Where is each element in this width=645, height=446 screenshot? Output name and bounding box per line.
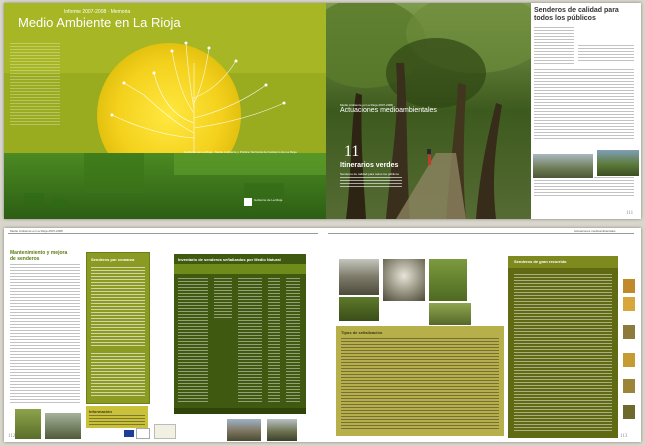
thumb-4	[622, 352, 636, 368]
photo-sign	[428, 258, 468, 302]
gr-box-header: Senderos de gran recorrido	[508, 256, 618, 268]
spread-top: Informe 2007-2008 · Memoria Medio Ambien…	[4, 3, 641, 219]
table-footer-bar	[174, 408, 306, 414]
info-box: Información	[86, 406, 148, 428]
photo-cave	[382, 258, 426, 302]
chapter-title: Itinerarios verdes	[340, 162, 399, 169]
right-page-113: Actuaciones medioambientales Tipos de se…	[324, 228, 641, 442]
left-header-rule	[8, 233, 318, 234]
section-title: Actuaciones medioambientales	[340, 107, 437, 114]
left-heading: Mantenimiento y mejora de senderos	[10, 250, 68, 262]
left-photo-bottom	[14, 408, 42, 440]
comarca-box-title: Senderos por comarca	[91, 257, 135, 262]
inventory-table: Inventario de senderos señalizados por M…	[174, 254, 306, 408]
info-box-title: Información	[89, 409, 112, 414]
cover-title: Medio Ambiente en La Rioja	[18, 15, 181, 30]
table-col-1	[178, 278, 208, 402]
left-photo-mountain	[226, 418, 262, 442]
table-col-4	[268, 278, 280, 402]
left-photo-mountain-2	[266, 418, 298, 442]
cover-logo: Gobierno de La Rioja	[244, 198, 282, 208]
gr-box: Senderos de gran recorrido	[508, 256, 618, 438]
forest-page: Medio Ambiente en La Rioja 2007-2008 Act…	[326, 3, 641, 219]
logo-text: Gobierno de La Rioja	[254, 198, 283, 202]
photo-footbridge	[338, 296, 380, 322]
chapter-intro-text	[340, 177, 402, 189]
left-body-text	[10, 264, 80, 404]
left-header-text: Medio Ambiente en La Rioja 2007-2008	[10, 229, 63, 233]
comarca-list	[91, 267, 145, 347]
signage-box-title: Tipos de señalización	[341, 330, 383, 335]
feature-intro-text	[534, 27, 574, 65]
table-col-5	[286, 278, 300, 402]
program-logo-2	[154, 424, 176, 439]
cover-page: Informe 2007-2008 · Memoria Medio Ambien…	[4, 3, 326, 219]
program-logo	[136, 428, 150, 439]
page-number-112: 112	[8, 434, 16, 439]
signage-box-text	[341, 338, 499, 430]
gr-box-text	[514, 274, 612, 432]
cover-tagline: Gobierno de La Rioja · Medio Ambiente y …	[184, 150, 297, 154]
table-col-3	[238, 278, 262, 402]
feature-title: Senderos de calidad para todos los públi…	[534, 7, 619, 22]
right-header-rule	[328, 233, 634, 234]
left-page-112: Medio Ambiente en La Rioja 2007-2008 Man…	[4, 228, 322, 442]
thumb-6	[622, 404, 636, 420]
feature-photo-right	[596, 149, 640, 177]
signage-box: Tipos de señalización	[336, 326, 504, 436]
feature-aside-text	[578, 45, 634, 61]
comarca-box: Senderos por comarca	[86, 252, 150, 404]
thumb-3	[622, 324, 636, 340]
comarca-list-2	[91, 353, 145, 397]
gr-box-title: Senderos de gran recorrido	[514, 259, 567, 264]
feature-body-text-a	[534, 69, 634, 139]
left-photo-bottom-2	[44, 412, 82, 440]
spread-bottom: Medio Ambiente en La Rioja 2007-2008 Man…	[4, 228, 641, 442]
feature-body-text-b	[534, 177, 634, 197]
page-number-111: 111	[626, 211, 634, 216]
thumb-2	[622, 296, 636, 312]
right-header-text: Actuaciones medioambientales	[574, 229, 616, 233]
cover-left-column-text	[10, 43, 60, 125]
table-header-bar	[174, 264, 306, 274]
feature-photo-left	[532, 153, 594, 179]
info-box-text	[89, 415, 145, 425]
page-number-113: 113	[620, 434, 628, 439]
eu-flag-icon	[124, 430, 134, 437]
inventory-table-title: Inventario de senderos señalizados por M…	[178, 257, 281, 262]
chapter-subtitle: Senderos de calidad para todos los públi…	[340, 172, 399, 176]
thumb-1	[622, 278, 636, 294]
thumb-5	[622, 378, 636, 394]
chapter-number: 11	[344, 143, 360, 160]
photo-rock-wall	[338, 258, 380, 296]
logo-mark-icon	[244, 198, 252, 206]
table-col-2	[214, 278, 232, 318]
photo-path	[428, 302, 472, 326]
